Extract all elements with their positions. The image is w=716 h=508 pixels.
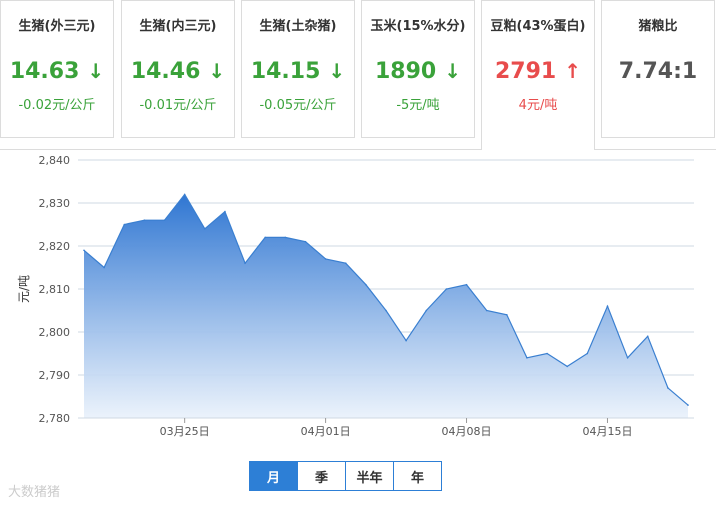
data-point	[163, 219, 166, 221]
data-point	[425, 309, 428, 312]
card-name: 豆粕(43%蛋白)	[490, 19, 586, 34]
y-tick-label: 2,810	[39, 283, 71, 296]
data-point	[365, 283, 367, 286]
data-point	[445, 288, 448, 290]
y-tick-label: 2,790	[39, 369, 71, 382]
data-point	[304, 240, 307, 243]
y-tick-label: 2,820	[39, 240, 71, 253]
card-price: 2791	[495, 58, 557, 84]
data-point	[143, 219, 146, 221]
data-point	[123, 223, 126, 226]
data-point	[566, 365, 568, 368]
data-point	[646, 335, 649, 338]
card-price: 7.74:1	[618, 58, 698, 84]
data-point	[385, 309, 387, 312]
price-card[interactable]: 生猪(内三元) 14.46 ↓ -0.01元/公斤	[121, 0, 235, 138]
x-tick-label: 04月01日	[301, 425, 351, 438]
arrow-down-icon: ↓	[87, 59, 105, 83]
x-tick-label: 04月15日	[582, 425, 632, 438]
period-button[interactable]: 年	[393, 461, 442, 491]
y-tick-label: 2,830	[39, 197, 71, 210]
data-point	[405, 339, 407, 342]
data-point	[506, 314, 508, 316]
data-point	[485, 309, 488, 312]
data-point	[264, 236, 267, 239]
data-point	[224, 210, 226, 213]
arrow-down-icon: ↓	[328, 59, 346, 83]
chart-panel: 2,780 2,790 2,800 2,810 2,820 2,830 2,840 元/吨 03…	[0, 149, 716, 503]
data-point	[103, 266, 105, 269]
data-point	[183, 193, 186, 196]
card-name: 玉米(15%水分)	[370, 19, 466, 34]
x-tick-label: 04月08日	[442, 425, 492, 438]
data-point	[204, 228, 206, 230]
y-axis-label: 元/吨	[17, 275, 31, 303]
data-point	[465, 283, 468, 286]
data-point	[244, 262, 246, 264]
card-price: 1890	[375, 58, 437, 84]
watermark: 大数猪猪	[8, 485, 61, 500]
y-tick-label: 2,840	[39, 154, 71, 167]
card-name: 生猪(外三元)	[18, 19, 96, 34]
card-name: 生猪(土杂猪)	[259, 19, 337, 34]
x-tick-label: 03月25日	[160, 425, 210, 438]
period-button[interactable]: 半年	[345, 461, 394, 491]
card-change: -0.01元/公斤	[139, 98, 217, 113]
data-point	[284, 236, 287, 239]
data-point	[546, 352, 548, 355]
price-tabs: 生猪(外三元) 14.63 ↓ -0.02元/公斤 生猪(内三元) 14.46 ↓ -0.01…	[0, 0, 716, 150]
data-point	[626, 357, 629, 359]
data-point	[606, 305, 609, 307]
price-chart: 2,780 2,790 2,800 2,810 2,820 2,830 2,840 元/吨 03…	[17, 154, 694, 438]
card-name: 猪粮比	[638, 19, 678, 34]
price-card[interactable]: 生猪(外三元) 14.63 ↓ -0.02元/公斤	[0, 0, 114, 138]
card-price: 14.15	[250, 58, 321, 84]
card-change: 4元/吨	[518, 98, 558, 113]
price-card[interactable]: 猪粮比 7.74:1	[601, 0, 715, 138]
data-point	[526, 357, 528, 359]
card-change: -5元/吨	[396, 98, 440, 113]
data-point	[324, 258, 327, 260]
card-change: -0.02元/公斤	[18, 98, 96, 113]
period-selector: 月季半年年	[249, 461, 442, 491]
data-point	[344, 262, 347, 264]
data-point	[586, 352, 589, 355]
series-area	[84, 194, 688, 418]
data-point	[83, 249, 85, 252]
arrow-down-icon: ↓	[208, 59, 226, 83]
arrow-up-icon: ↑	[564, 59, 581, 83]
y-tick-label: 2,800	[39, 326, 71, 339]
card-price: 14.63	[9, 58, 80, 84]
data-point	[667, 387, 669, 389]
period-button[interactable]: 月	[249, 461, 298, 491]
price-card[interactable]: 豆粕(43%蛋白) 2791 ↑ 4元/吨	[481, 0, 595, 150]
card-price: 14.46	[130, 58, 201, 84]
data-point	[687, 404, 689, 406]
card-name: 生猪(内三元)	[139, 19, 217, 34]
price-card[interactable]: 生猪(土杂猪) 14.15 ↓ -0.05元/公斤	[241, 0, 355, 138]
card-change: -0.05元/公斤	[259, 98, 337, 113]
price-card[interactable]: 玉米(15%水分) 1890 ↓ -5元/吨	[361, 0, 475, 138]
arrow-down-icon: ↓	[444, 59, 461, 83]
period-button[interactable]: 季	[297, 461, 346, 491]
y-tick-label: 2,780	[39, 412, 71, 425]
